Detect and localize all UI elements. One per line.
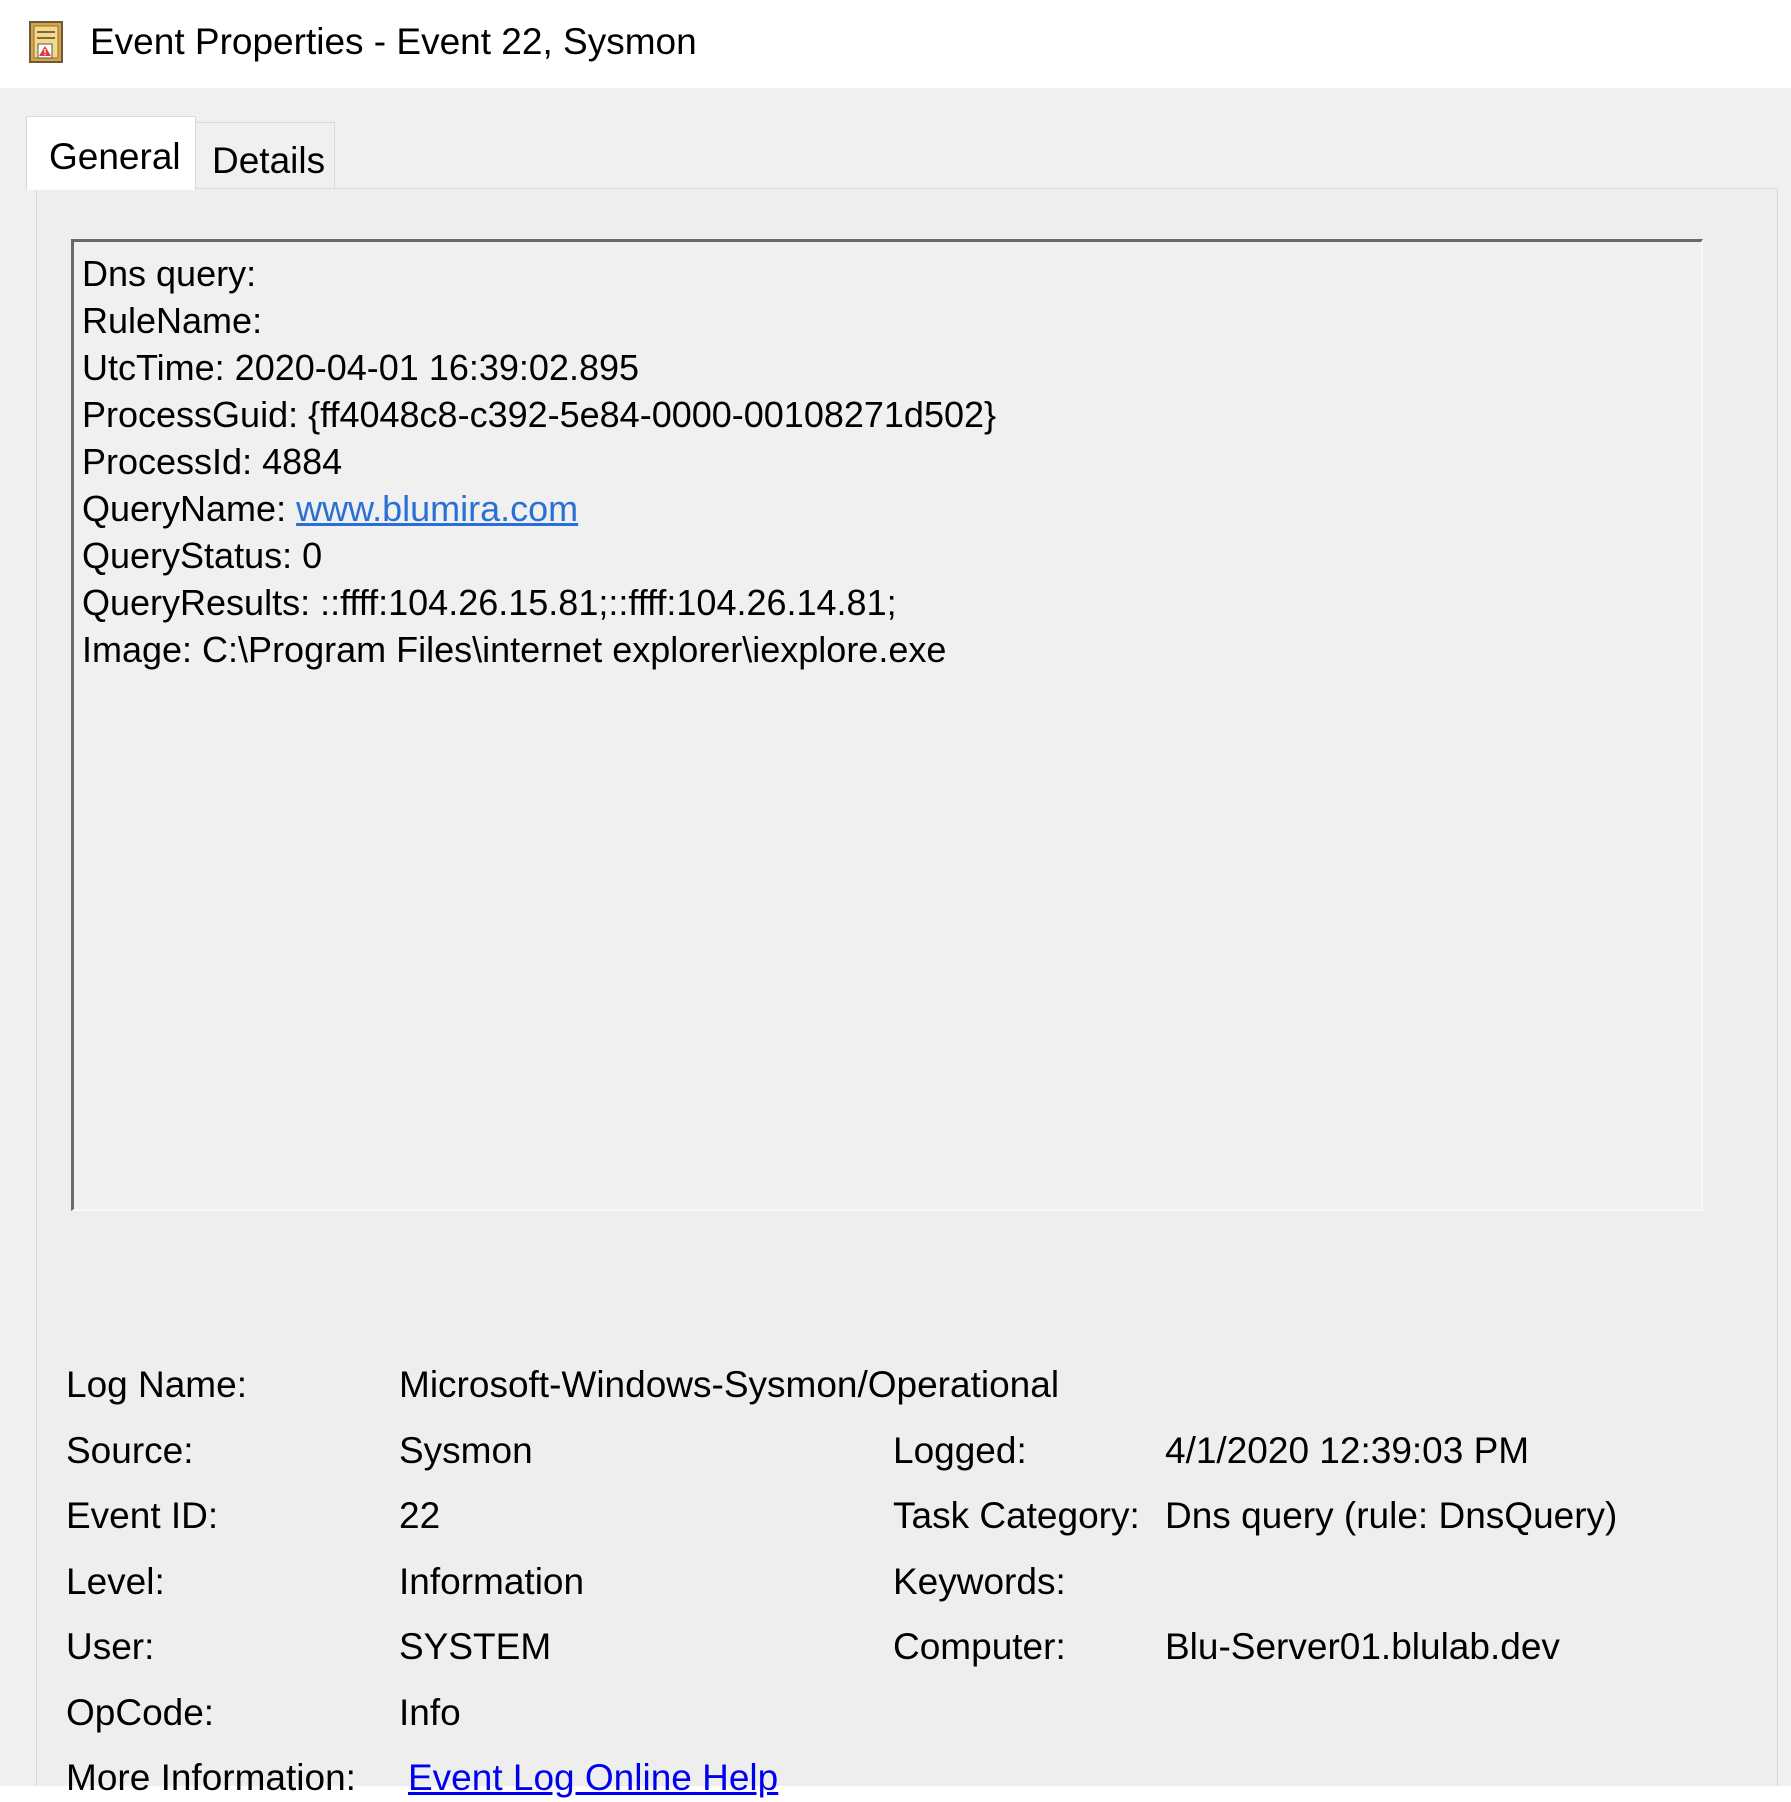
logged-label: Logged: [893, 1430, 1027, 1471]
user-value: SYSTEM [399, 1626, 552, 1667]
tab-details[interactable]: Details [196, 122, 335, 188]
description-line: QueryStatus: 0 [82, 535, 323, 576]
description-line-query-name: QueryName: www.blumira.com [82, 485, 1701, 532]
dialog-client-area: General Details Dns query: RuleName: Utc… [0, 88, 1791, 1798]
keywords-label: Keywords: [893, 1561, 1066, 1602]
tab-general[interactable]: General [26, 116, 196, 190]
title-bar[interactable]: Event Properties - Event 22, Sysmon [0, 0, 1791, 88]
computer-label: Computer: [893, 1626, 1066, 1667]
task-category-label: Task Category: [893, 1495, 1140, 1536]
logged-value: 4/1/2020 12:39:03 PM [1165, 1430, 1530, 1471]
level-label: Level: [66, 1561, 165, 1602]
description-line: RuleName: [82, 300, 263, 341]
event-id-label: Event ID: [66, 1495, 219, 1536]
window-title: Event Properties - Event 22, Sysmon [90, 21, 697, 62]
log-name-label: Log Name: [66, 1364, 247, 1405]
log-name-value: Microsoft-Windows-Sysmon/Operational [399, 1364, 1060, 1405]
event-viewer-icon [29, 21, 63, 63]
tab-details-label: Details [212, 140, 326, 181]
opcode-label: OpCode: [66, 1692, 215, 1733]
description-line: QueryResults: ::ffff:104.26.15.81;::ffff… [82, 582, 897, 623]
description-line: Dns query: [82, 253, 257, 294]
source-value: Sysmon [399, 1430, 533, 1471]
description-line: UtcTime: 2020-04-01 16:39:02.895 [82, 347, 640, 388]
opcode-value: Info [399, 1692, 461, 1733]
more-information-label: More Information: [66, 1757, 356, 1798]
source-label: Source: [66, 1430, 194, 1471]
query-name-link[interactable]: www.blumira.com [296, 488, 578, 529]
event-description-box[interactable]: Dns query: RuleName: UtcTime: 2020-04-01… [71, 239, 1703, 1211]
general-tab-panel: Dns query: RuleName: UtcTime: 2020-04-01… [36, 188, 1778, 1798]
task-category-value: Dns query (rule: DnsQuery) [1165, 1495, 1618, 1536]
tab-general-label: General [49, 136, 181, 177]
description-line: ProcessGuid: {ff4048c8-c392-5e84-0000-00… [82, 394, 997, 435]
level-value: Information [399, 1561, 585, 1602]
description-line: Image: C:\Program Files\internet explore… [82, 629, 947, 670]
event-log-online-help-link[interactable]: Event Log Online Help [408, 1754, 778, 1802]
description-line: ProcessId: 4884 [82, 441, 343, 482]
event-id-value: 22 [399, 1495, 441, 1536]
computer-value: Blu-Server01.blulab.dev [1165, 1626, 1560, 1667]
user-label: User: [66, 1626, 155, 1667]
query-name-label: QueryName: [82, 488, 297, 529]
